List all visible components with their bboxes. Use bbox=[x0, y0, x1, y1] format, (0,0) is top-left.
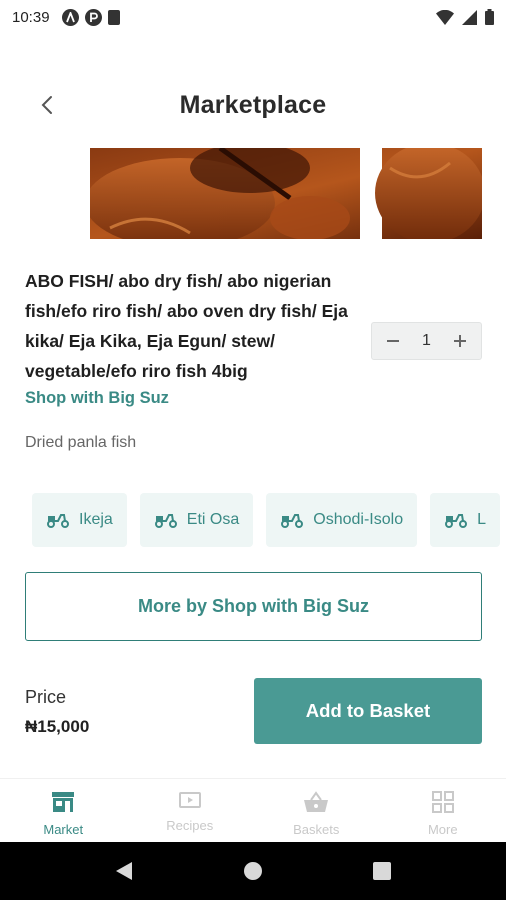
location-chip-ikeja[interactable]: Ikeja bbox=[32, 493, 127, 547]
location-label: Oshodi-Isolo bbox=[313, 511, 404, 528]
square-recents-icon bbox=[372, 862, 391, 880]
nav-label: Recipes bbox=[166, 818, 214, 833]
price-label: Price bbox=[25, 687, 67, 707]
bottom-nav: Market Recipes Baskets More bbox=[0, 778, 506, 842]
wifi-icon bbox=[436, 9, 454, 25]
location-label: Ikeja bbox=[79, 511, 113, 528]
product-title: ABO FISH/ abo dry fish/ abo nigerian fis… bbox=[25, 271, 348, 381]
nav-recipes[interactable]: Recipes bbox=[127, 779, 254, 842]
sd-card-icon bbox=[107, 9, 120, 25]
chevron-left-icon bbox=[41, 96, 52, 114]
back-button[interactable] bbox=[30, 88, 64, 122]
scooter-icon bbox=[445, 514, 468, 528]
increase-quantity-button[interactable] bbox=[451, 332, 469, 350]
quantity-stepper: 1 bbox=[371, 322, 482, 360]
basket-icon bbox=[304, 791, 329, 812]
nav-baskets[interactable]: Baskets bbox=[253, 779, 380, 842]
nav-label: Baskets bbox=[293, 822, 340, 837]
store-icon bbox=[52, 792, 75, 812]
location-chip-partial[interactable]: L bbox=[430, 493, 500, 547]
notification-a-icon bbox=[61, 8, 79, 26]
nav-label: Market bbox=[43, 822, 84, 837]
add-to-basket-button[interactable]: Add to Basket bbox=[254, 678, 482, 744]
notification-p-icon bbox=[84, 8, 102, 26]
nav-more[interactable]: More bbox=[380, 779, 506, 842]
plus-icon bbox=[454, 335, 466, 347]
fish-photo bbox=[90, 148, 482, 239]
price-value: ₦15,000 bbox=[25, 717, 90, 736]
more-by-shop-button[interactable]: More by Shop with Big Suz bbox=[25, 572, 482, 641]
system-back-button[interactable] bbox=[104, 851, 144, 891]
scooter-icon bbox=[47, 514, 69, 528]
location-chip-eti-osa[interactable]: Eti Osa bbox=[139, 493, 254, 547]
scooter-icon bbox=[154, 514, 177, 528]
delivery-locations: Ikeja Eti Osa Oshodi-Isolo L bbox=[32, 493, 506, 547]
status-system-icons bbox=[436, 9, 494, 25]
nav-market[interactable]: Market bbox=[0, 779, 127, 842]
system-home-button[interactable] bbox=[233, 851, 273, 891]
signal-icon bbox=[462, 9, 477, 25]
circle-home-icon bbox=[243, 862, 262, 880]
location-label: L bbox=[477, 511, 486, 528]
decrease-quantity-button[interactable] bbox=[384, 332, 402, 350]
triangle-back-icon bbox=[116, 862, 133, 880]
status-notifications bbox=[61, 8, 120, 26]
status-bar: 10:39 bbox=[0, 0, 506, 34]
location-label: Eti Osa bbox=[186, 511, 240, 528]
grid-icon bbox=[431, 791, 454, 813]
minus-icon bbox=[387, 340, 399, 342]
shop-link[interactable]: Shop with Big Suz bbox=[25, 389, 169, 408]
battery-icon bbox=[485, 9, 494, 25]
nav-label: More bbox=[427, 822, 458, 837]
product-image[interactable] bbox=[90, 148, 482, 239]
status-time: 10:39 bbox=[12, 8, 50, 26]
app-header: Marketplace bbox=[0, 70, 506, 140]
system-recents-button[interactable] bbox=[362, 851, 402, 891]
location-chip-oshodi-isolo[interactable]: Oshodi-Isolo bbox=[266, 493, 418, 547]
page-title: Marketplace bbox=[179, 90, 327, 119]
video-icon bbox=[178, 792, 201, 808]
system-navigation-bar bbox=[0, 842, 506, 900]
quantity-value: 1 bbox=[422, 332, 431, 349]
scooter-icon bbox=[281, 514, 304, 528]
product-description: Dried panla fish bbox=[25, 434, 137, 451]
